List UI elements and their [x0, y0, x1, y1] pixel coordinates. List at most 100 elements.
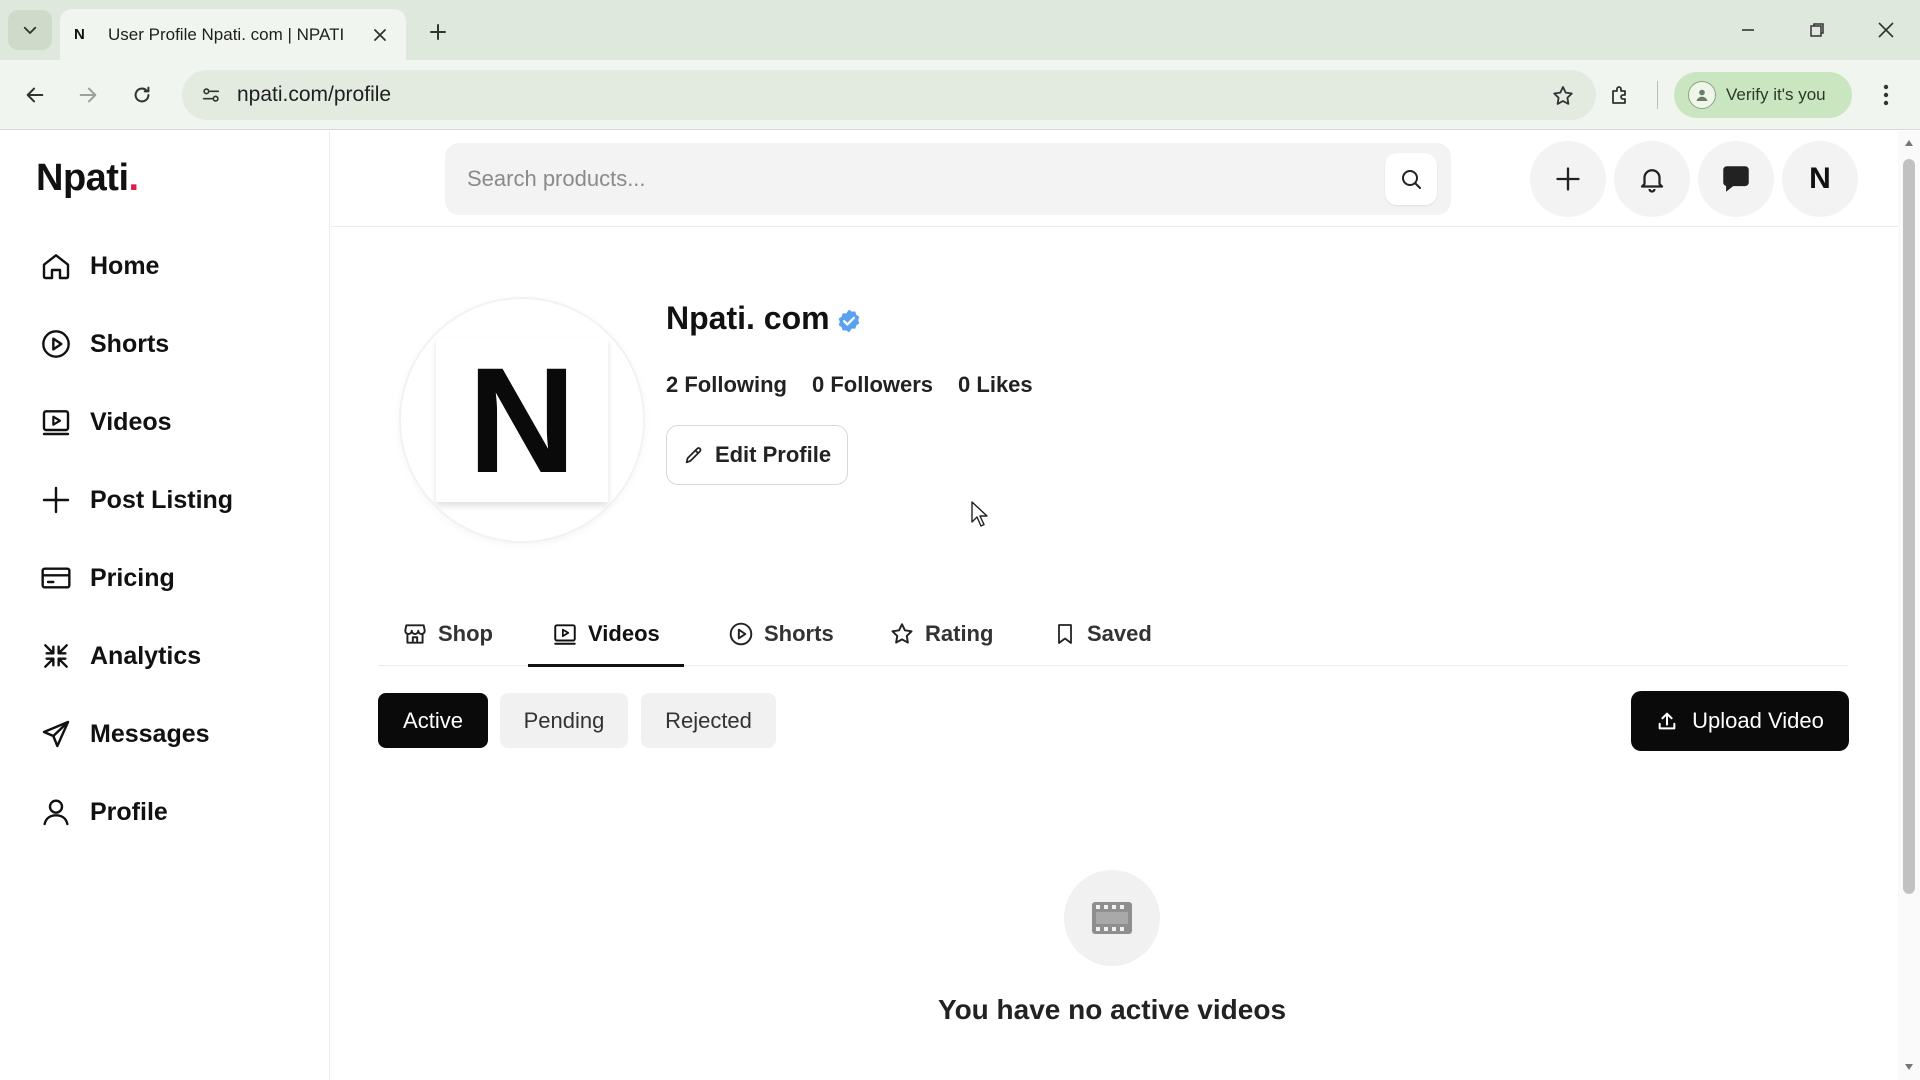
tab-title: User Profile Npati. com | NPATI [108, 24, 345, 44]
chevron-down-icon [23, 26, 37, 34]
play-circle-icon [729, 622, 753, 646]
search-icon [1402, 170, 1421, 189]
close-icon [374, 28, 386, 41]
back-icon [26, 87, 44, 103]
sidebar-item-home[interactable]: Home [40, 238, 310, 294]
user-avatar-button[interactable]: N [1782, 141, 1858, 217]
sidebar-item-pricing[interactable]: Pricing [40, 550, 310, 606]
browser-tab[interactable]: N User Profile Npati. com | NPATI [60, 9, 406, 60]
empty-state-icon-container [1064, 870, 1160, 966]
profile-avatar-icon [1688, 81, 1716, 109]
video-icon [40, 402, 80, 442]
page-scrollbar[interactable] [1898, 131, 1920, 1080]
search-button[interactable] [1385, 153, 1437, 205]
tab-search-button[interactable] [8, 10, 52, 50]
followers-count[interactable]: 0 Followers [812, 372, 933, 398]
upload-video-button[interactable]: Upload Video [1631, 691, 1849, 751]
active-tab-indicator [528, 664, 684, 667]
verify-label: Verify it's you [1726, 85, 1826, 104]
reload-icon [134, 86, 150, 103]
play-circle-icon [40, 324, 80, 364]
sidebar-item-label: Analytics [90, 641, 202, 670]
more-vert-icon [1883, 84, 1889, 106]
avatar-image-letter: N [467, 336, 577, 504]
tab-rating[interactable]: Rating [865, 602, 1017, 666]
plus-icon [430, 24, 446, 40]
browser-toolbar: npati.com/profile Verify it's you [0, 60, 1920, 130]
mouse-cursor-icon [971, 501, 988, 527]
upload-video-label: Upload Video [1692, 708, 1824, 733]
tab-saved[interactable]: Saved [1029, 602, 1176, 666]
reload-button[interactable] [120, 73, 164, 117]
send-icon [40, 714, 80, 754]
close-window-button[interactable] [1862, 8, 1910, 52]
filter-active-button[interactable]: Active [378, 693, 488, 748]
logo-dot: . [128, 157, 140, 199]
tab-close-button[interactable] [368, 23, 392, 47]
sidebar-item-label: Home [90, 251, 160, 280]
logo-text: Npati [36, 157, 129, 199]
close-icon [1878, 22, 1894, 38]
verify-profile-button[interactable]: Verify it's you [1674, 72, 1852, 118]
tab-shorts[interactable]: Shorts [704, 602, 858, 666]
forward-button[interactable] [66, 73, 110, 117]
bookmark-icon [1058, 624, 1072, 644]
home-icon [40, 246, 80, 286]
store-icon [404, 624, 426, 644]
chat-icon [1723, 166, 1749, 192]
scrollbar-thumb[interactable] [1903, 159, 1915, 894]
user-icon [40, 792, 80, 832]
star-icon [891, 623, 913, 644]
minimize-button[interactable] [1724, 8, 1772, 52]
avatar-image: N [436, 338, 608, 502]
bookmark-star-button[interactable] [1548, 81, 1578, 111]
scroll-up-arrow[interactable] [1903, 137, 1915, 149]
new-tab-button[interactable] [420, 14, 456, 50]
edit-profile-label: Edit Profile [714, 442, 832, 467]
top-bar: Search products... N [331, 131, 1898, 227]
sidebar-item-label: Profile [90, 797, 168, 826]
browser-tabstrip: N User Profile Npati. com | NPATI [0, 0, 1920, 60]
verified-badge-icon [838, 309, 860, 333]
address-bar[interactable]: npati.com/profile [182, 70, 1596, 120]
sidebar: Npati. Home Shorts Videos Post Listing P… [0, 131, 330, 1080]
browser-menu-button[interactable] [1864, 73, 1908, 117]
back-button[interactable] [13, 73, 57, 117]
scroll-down-arrow[interactable] [1903, 1061, 1915, 1073]
sidebar-item-post-listing[interactable]: Post Listing [40, 472, 310, 528]
sidebar-item-profile[interactable]: Profile [40, 784, 310, 840]
video-icon [554, 624, 576, 645]
site-info-button[interactable] [196, 80, 226, 110]
sidebar-item-messages[interactable]: Messages [40, 706, 310, 762]
plus-icon [1556, 167, 1580, 191]
tab-label: Saved [1087, 621, 1152, 646]
search-input[interactable]: Search products... [467, 166, 646, 192]
toolbar-separator [1657, 81, 1658, 109]
restore-button[interactable] [1793, 8, 1841, 52]
sidebar-item-analytics[interactable]: Analytics [40, 628, 310, 684]
create-button[interactable] [1530, 141, 1606, 217]
search-bar[interactable]: Search products... [445, 143, 1451, 215]
tab-shop[interactable]: Shop [378, 602, 517, 666]
pencil-icon [685, 447, 702, 464]
notifications-button[interactable] [1614, 141, 1690, 217]
edit-profile-button[interactable]: Edit Profile [666, 425, 848, 485]
empty-state-message: You have no active videos [937, 994, 1287, 1025]
tab-label: Shop [438, 621, 493, 646]
tab-label: Rating [925, 621, 994, 646]
film-icon [1092, 902, 1132, 934]
extensions-button[interactable] [1598, 73, 1642, 117]
tab-favicon: N [74, 26, 85, 43]
likes-count: 0 Likes [958, 372, 1033, 397]
site-info-icon [202, 88, 220, 102]
filter-pending-button[interactable]: Pending [500, 693, 628, 748]
sidebar-item-videos[interactable]: Videos [40, 394, 310, 450]
avatar-letter: N [1809, 162, 1831, 195]
filter-rejected-button[interactable]: Rejected [641, 693, 776, 748]
following-count[interactable]: 2 Following [666, 372, 787, 398]
logo[interactable]: Npati. [36, 157, 139, 200]
url-text: npati.com/profile [237, 83, 392, 106]
chat-button[interactable] [1698, 141, 1774, 217]
sidebar-item-shorts[interactable]: Shorts [40, 316, 310, 372]
tab-videos[interactable]: Videos [528, 602, 684, 667]
